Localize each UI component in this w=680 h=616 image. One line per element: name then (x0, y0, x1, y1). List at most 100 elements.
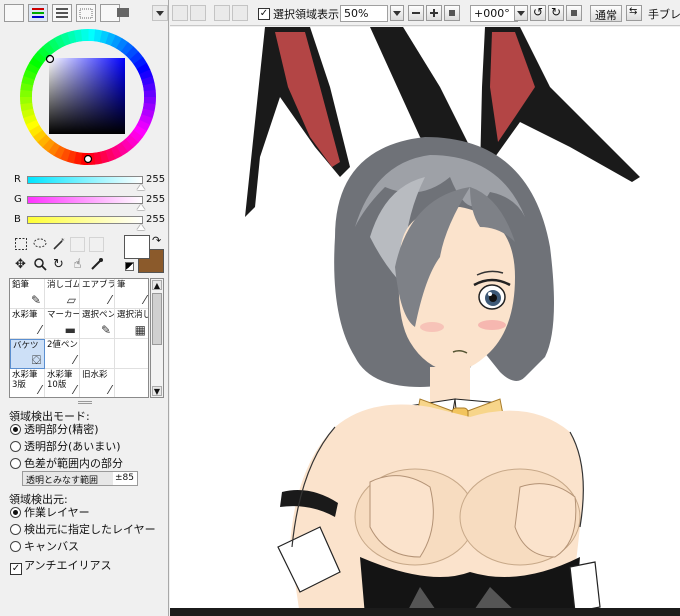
selection-display-checkbox[interactable]: ✓ (258, 8, 270, 20)
color-wheel-tab[interactable] (4, 4, 24, 22)
swap-colors-icon[interactable]: ↷ (152, 234, 161, 247)
zoom-icon[interactable] (32, 257, 47, 272)
blend-mode-button[interactable]: 通常 (590, 5, 622, 22)
top-toolbar: ✓ 選択領域表示 50% +000° ↺ ↻ 通常 ⇆ 手ブレ補 (152, 0, 680, 26)
rotation-reset-button[interactable] (566, 5, 582, 21)
rotate-icon[interactable]: ↻ (51, 257, 66, 272)
invert-selection-button[interactable] (232, 5, 248, 21)
watercolor10-icon: ⁄ (73, 383, 76, 397)
brush-tool-6[interactable]: 選択ペン ✎ (80, 309, 115, 339)
detect-source-option-0[interactable]: 作業レイヤー (10, 504, 90, 519)
redo-button[interactable] (190, 5, 206, 21)
old-watercolor-icon: ⁄ (108, 383, 111, 397)
brush-tool-label: バケツ (13, 341, 39, 351)
scroll-thumb[interactable] (152, 293, 162, 345)
eyedropper-icon[interactable] (89, 257, 104, 272)
zoom-reset-button[interactable] (444, 5, 460, 21)
binary-pen-icon: ⁄ (73, 353, 76, 367)
brush-tool-5[interactable]: マーカー ▬ (45, 309, 80, 339)
zoom-dropdown-button[interactable] (390, 5, 404, 21)
toolbar-menu-button[interactable] (152, 5, 168, 21)
brush-tool-label: 水彩筆 3版 (12, 370, 38, 390)
zoom-in-button[interactable] (426, 5, 442, 21)
detect-mode-option-0[interactable]: 透明部分(精密) (10, 421, 99, 436)
empty-tool-slot (70, 237, 85, 252)
slider-r[interactable] (27, 176, 143, 184)
zoom-out-button[interactable] (408, 5, 424, 21)
drawing-canvas[interactable] (170, 27, 680, 616)
radio-button[interactable] (10, 441, 21, 452)
radio-button[interactable] (10, 524, 21, 535)
brush-tool-label: 筆 (117, 280, 126, 290)
detect-source-option-2[interactable]: キャンバス (10, 538, 79, 553)
primary-color-swatch[interactable] (124, 235, 150, 259)
airbrush-icon: ⁄ (108, 293, 111, 307)
slider-g[interactable] (27, 196, 143, 204)
slider-thumb[interactable] (137, 204, 145, 210)
slider-label-r: R (14, 174, 21, 185)
scratchpad-tab[interactable] (115, 4, 131, 22)
undo-button[interactable] (172, 5, 188, 21)
radio-button[interactable] (10, 458, 21, 469)
detect-source-label: キャンバス (24, 540, 79, 553)
radio-button[interactable] (10, 541, 21, 552)
brush-scrollbar[interactable]: ▲ ▼ (150, 278, 164, 398)
detect-mode-label: 透明部分(精密) (24, 423, 99, 436)
brush-tool-label: 旧水彩 (82, 370, 108, 380)
eraser-icon: ▱ (66, 293, 76, 307)
brush-tool-4[interactable]: 水彩筆 ⁄ (10, 309, 45, 339)
rotation-dropdown-button[interactable] (514, 5, 528, 21)
magic-wand-icon[interactable]: * (51, 237, 66, 252)
brush-tool-9[interactable]: 2値ペン ⁄ (45, 339, 80, 369)
rect-select-icon[interactable] (13, 237, 28, 252)
deselect-button[interactable] (214, 5, 230, 21)
brush-tool-label: マーカー (47, 310, 80, 320)
radio-button[interactable] (10, 507, 21, 518)
brush-tool-7[interactable]: 選択消し ▦ (115, 309, 148, 339)
scroll-up-icon[interactable]: ▲ (152, 280, 162, 290)
brush-tool-1[interactable]: 消しゴム ▱ (45, 279, 80, 309)
detect-source-label: 検出元に指定したレイヤー (24, 523, 156, 536)
brush-tool-14[interactable]: 旧水彩 ⁄ (80, 369, 115, 397)
swatches-tab[interactable] (76, 4, 96, 22)
rotate-ccw-button[interactable]: ↺ (530, 5, 546, 21)
antialias-option[interactable]: ✓ アンチエイリアス (10, 557, 112, 575)
radio-button[interactable] (10, 424, 21, 435)
pencil-icon: ✎ (30, 293, 41, 307)
brush-tool-label: 鉛筆 (12, 280, 30, 290)
brush-tool-8[interactable]: バケツ ⛋ (10, 339, 45, 369)
rotate-cw-button[interactable]: ↻ (548, 5, 564, 21)
brush-tool-label: 選択ペン (82, 310, 115, 320)
brush-tool-2[interactable]: エアブラシ ⁄ (80, 279, 115, 309)
brush-tool-0[interactable]: 鉛筆 ✎ (10, 279, 45, 309)
tolerance-slider[interactable]: 透明とみなす範囲 ±85 (22, 471, 138, 486)
slider-b[interactable] (27, 216, 143, 224)
brush-tool-label: 水彩筆 (12, 310, 38, 320)
flip-button[interactable]: ⇆ (626, 5, 642, 21)
hand-icon[interactable]: ☝ (70, 257, 85, 272)
brush-tool-label: 2値ペン (47, 340, 78, 350)
brush-tool-3[interactable]: 筆 ⁄ (115, 279, 148, 309)
move-icon[interactable]: ✥ (13, 257, 28, 272)
lasso-icon[interactable] (32, 237, 47, 252)
brush-tool-12[interactable]: 水彩筆 3版 ⁄ (10, 369, 45, 397)
stabilizer-label: 手ブレ補 (648, 8, 680, 21)
canvas-bottom-bar (170, 608, 680, 616)
detect-source-label: 作業レイヤー (24, 506, 90, 519)
detect-mode-option-1[interactable]: 透明部分(あいまい) (10, 438, 121, 453)
transparent-color-icon[interactable] (125, 262, 134, 271)
detect-mode-label: 透明部分(あいまい) (24, 440, 121, 453)
color-bars-tab[interactable] (52, 4, 72, 22)
slider-thumb[interactable] (137, 224, 145, 230)
slider-thumb[interactable] (137, 184, 145, 190)
antialias-checkbox[interactable]: ✓ (10, 563, 22, 575)
scroll-down-icon[interactable]: ▼ (152, 386, 162, 396)
color-wheel[interactable] (18, 27, 158, 167)
color-sliders-tab[interactable] (28, 4, 48, 22)
detect-mode-option-2[interactable]: 色差が範囲内の部分 (10, 455, 123, 470)
panel-splitter[interactable] (78, 401, 92, 404)
zoom-select[interactable]: 50% (340, 5, 388, 22)
rotation-select[interactable]: +000° (470, 5, 518, 22)
brush-tool-13[interactable]: 水彩筆 10版 ⁄ (45, 369, 80, 397)
detect-source-option-1[interactable]: 検出元に指定したレイヤー (10, 521, 156, 536)
